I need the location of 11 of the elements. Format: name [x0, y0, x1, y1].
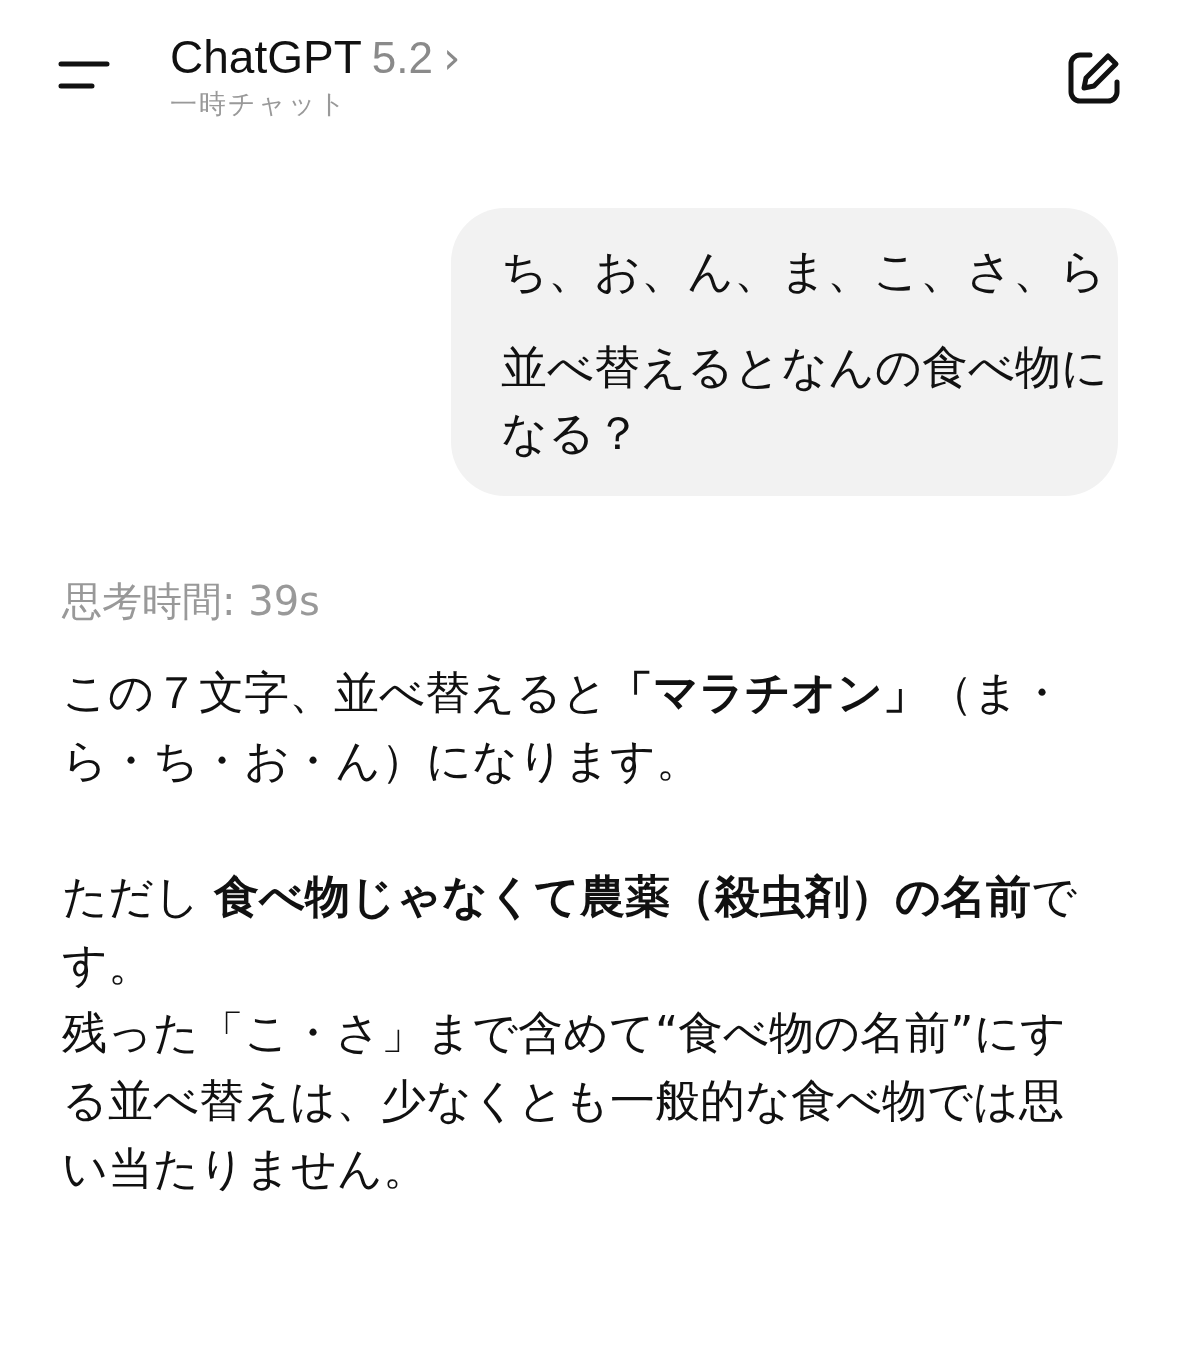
- thinking-time[interactable]: 思考時間: 39s: [62, 574, 1122, 629]
- response-text: ただし 食べ物じゃなくて農薬（殺虫剤）の名前です。: [62, 869, 1079, 993]
- response-text: この７文字、並べ替えると「マラチオン」（ま・ら・ち・お・ん）になります。: [62, 665, 1065, 789]
- response-text: 残った「こ・さ」まで含めて“食べ物の名前”にする並べ替えは、少なくとも一般的な食べ物では思い当たりません。: [62, 1005, 1067, 1197]
- model-version[interactable]: 5.2: [371, 33, 433, 83]
- message-text: ち、お、ん、ま、こ、さ、ら: [501, 243, 1107, 300]
- edit-icon[interactable]: [1066, 50, 1122, 106]
- app-title[interactable]: ChatGPT: [170, 30, 362, 84]
- chevron-icon[interactable]: ›: [442, 32, 461, 83]
- message-text: 並べ替えるとなんの食べ物になる？: [501, 339, 1109, 462]
- chat-subtitle: 一時チャット: [170, 87, 349, 121]
